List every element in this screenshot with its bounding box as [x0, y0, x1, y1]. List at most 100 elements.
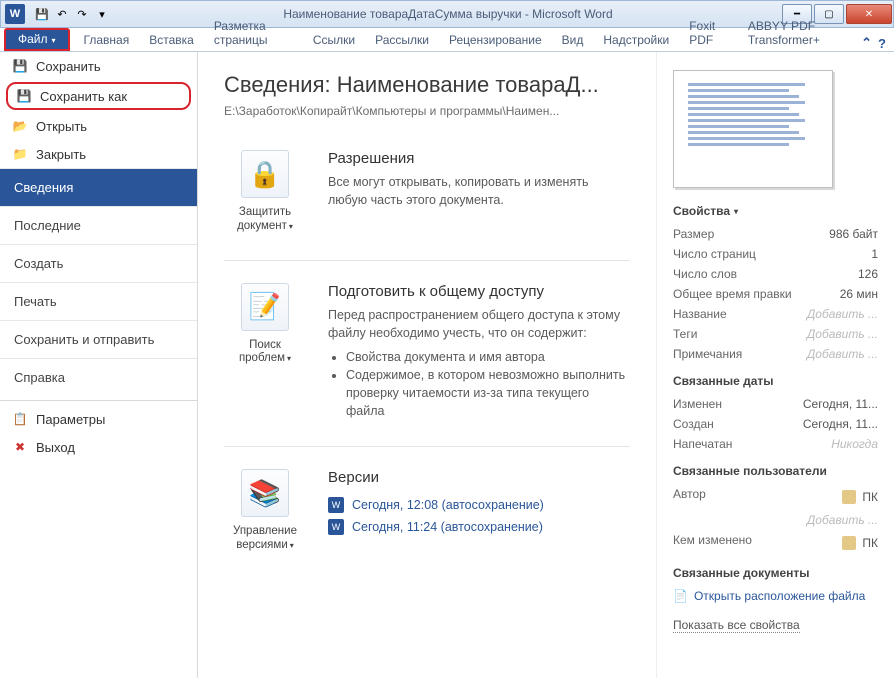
tab-home[interactable]: Главная [74, 29, 140, 51]
sidebar-item-label: Сохранить как [40, 89, 127, 104]
lock-icon: 🔒 [241, 150, 289, 198]
sidebar-item-recent[interactable]: Последние [0, 206, 197, 244]
sidebar-item-new[interactable]: Создать [0, 244, 197, 282]
sidebar-item-label: Параметры [36, 412, 105, 427]
sidebar-item-help[interactable]: Справка [0, 358, 197, 396]
ribbon-tabs: Файл Главная Вставка Разметка страницы С… [0, 28, 894, 52]
tab-mailings[interactable]: Рассылки [365, 29, 439, 51]
show-all-properties-link[interactable]: Показать все свойства [673, 618, 800, 633]
person-icon [842, 536, 856, 550]
tab-insert[interactable]: Вставка [139, 29, 204, 51]
prop-value: Никогда [831, 437, 878, 451]
prop-label: Автор [673, 487, 842, 507]
qat-customize-icon[interactable]: ▾ [93, 5, 111, 23]
sidebar-item-label: Сведения [14, 180, 73, 195]
sidebar-item-label: Открыть [36, 119, 87, 134]
check-issues-button[interactable]: 📝 Поиск проблем▾ [224, 283, 306, 421]
version-link[interactable]: Сегодня, 12:08 (автосохранение) [352, 498, 544, 512]
tab-view[interactable]: Вид [552, 29, 594, 51]
sidebar-item-save-as[interactable]: 💾 Сохранить как [6, 82, 191, 110]
quick-access-toolbar: 💾 ↶ ↷ ▾ [29, 5, 115, 23]
tab-foxit[interactable]: Foxit PDF [679, 15, 738, 51]
section-text: Перед распространением общего доступа к … [328, 306, 630, 421]
related-users-head: Связанные пользователи [673, 464, 878, 478]
info-title: Сведения: Наименование товараД... [224, 72, 630, 98]
tab-file[interactable]: Файл [4, 28, 70, 51]
section-text: Все могут открывать, копировать и изменя… [328, 173, 630, 209]
open-location-link[interactable]: 📄 Открыть расположение файла [673, 586, 878, 606]
redo-icon[interactable]: ↷ [73, 5, 91, 23]
prop-value: Сегодня, 11... [803, 397, 878, 411]
chevron-down-icon: ▾ [734, 207, 738, 216]
prop-value: 986 байт [829, 227, 878, 241]
manage-versions-button[interactable]: 📚 Управление версиями▾ [224, 469, 306, 553]
sidebar-item-exit[interactable]: ✖ Выход [0, 433, 197, 461]
sidebar-item-label: Выход [36, 440, 75, 455]
sidebar-item-share[interactable]: Сохранить и отправить [0, 320, 197, 358]
prop-label: Число слов [673, 267, 858, 281]
prop-label: Теги [673, 327, 807, 341]
sidebar-item-close[interactable]: 📁 Закрыть [0, 140, 197, 168]
prop-value: 126 [858, 267, 878, 281]
section-title: Версии [328, 469, 630, 486]
options-icon: 📋 [12, 411, 28, 427]
sidebar-item-info[interactable]: Сведения [0, 168, 197, 206]
prop-label: Название [673, 307, 807, 321]
tab-addins[interactable]: Надстройки [593, 29, 679, 51]
tab-review[interactable]: Рецензирование [439, 29, 552, 51]
add-author-field[interactable]: Добавить ... [807, 513, 878, 527]
prop-label: Число страниц [673, 247, 871, 261]
folder-icon: 📁 [12, 146, 28, 162]
inspect-bullet: Свойства документа и имя автора [346, 348, 630, 366]
sidebar-item-label: Справка [14, 370, 65, 385]
add-notes-field[interactable]: Добавить ... [807, 347, 878, 361]
prop-value: Сегодня, 11... [803, 417, 878, 431]
version-item[interactable]: W Сегодня, 11:24 (автосохранение) [328, 516, 630, 538]
add-tags-field[interactable]: Добавить ... [807, 327, 878, 341]
add-title-field[interactable]: Добавить ... [807, 307, 878, 321]
word-doc-icon: W [328, 497, 344, 513]
prop-value: ПК [862, 490, 878, 504]
word-doc-icon: W [328, 519, 344, 535]
exit-icon: ✖ [12, 439, 28, 455]
prop-value: 1 [871, 247, 878, 261]
save-as-icon: 💾 [16, 88, 32, 104]
prop-label: Примечания [673, 347, 807, 361]
person-icon [842, 490, 856, 504]
tab-references[interactable]: Ссылки [303, 29, 365, 51]
word-logo-icon: W [5, 4, 25, 24]
save-icon: 💾 [12, 58, 28, 74]
tab-layout[interactable]: Разметка страницы [204, 15, 303, 51]
save-icon[interactable]: 💾 [33, 5, 51, 23]
folder-open-icon: 📂 [12, 118, 28, 134]
ribbon-minimize-icon[interactable]: ⌃ [861, 35, 872, 51]
prop-label: Изменен [673, 397, 803, 411]
sidebar-item-print[interactable]: Печать [0, 282, 197, 320]
tab-abbyy[interactable]: ABBYY PDF Transformer+ [738, 15, 861, 51]
sidebar-item-label: Закрыть [36, 147, 86, 162]
document-thumbnail[interactable] [673, 70, 833, 188]
sidebar-item-label: Сохранить и отправить [14, 332, 154, 347]
sidebar-item-label: Печать [14, 294, 57, 309]
versions-icon: 📚 [241, 469, 289, 517]
prop-label: Напечатан [673, 437, 831, 451]
help-icon[interactable]: ? [878, 36, 886, 51]
sidebar-item-open[interactable]: 📂 Открыть [0, 112, 197, 140]
protect-document-button[interactable]: 🔒 Защитить документ▾ [224, 150, 306, 234]
prop-value: 26 мин [840, 287, 878, 301]
version-link[interactable]: Сегодня, 11:24 (автосохранение) [352, 520, 543, 534]
section-title: Разрешения [328, 150, 630, 167]
inspect-icon: 📝 [241, 283, 289, 331]
sidebar-item-save[interactable]: 💾 Сохранить [0, 52, 197, 80]
version-item[interactable]: W Сегодня, 12:08 (автосохранение) [328, 494, 630, 516]
backstage-sidebar: 💾 Сохранить 💾 Сохранить как 📂 Открыть 📁 … [0, 52, 198, 678]
folder-icon: 📄 [673, 589, 688, 603]
prop-label: Кем изменено [673, 533, 842, 553]
sidebar-item-options[interactable]: 📋 Параметры [0, 405, 197, 433]
prop-value: ПК [862, 536, 878, 550]
inspect-bullet: Содержимое, в котором невозможно выполни… [346, 366, 630, 420]
section-permissions: 🔒 Защитить документ▾ Разрешения Все могу… [224, 150, 630, 261]
section-title: Подготовить к общему доступу [328, 283, 630, 300]
undo-icon[interactable]: ↶ [53, 5, 71, 23]
properties-dropdown[interactable]: Свойства▾ [673, 204, 878, 218]
